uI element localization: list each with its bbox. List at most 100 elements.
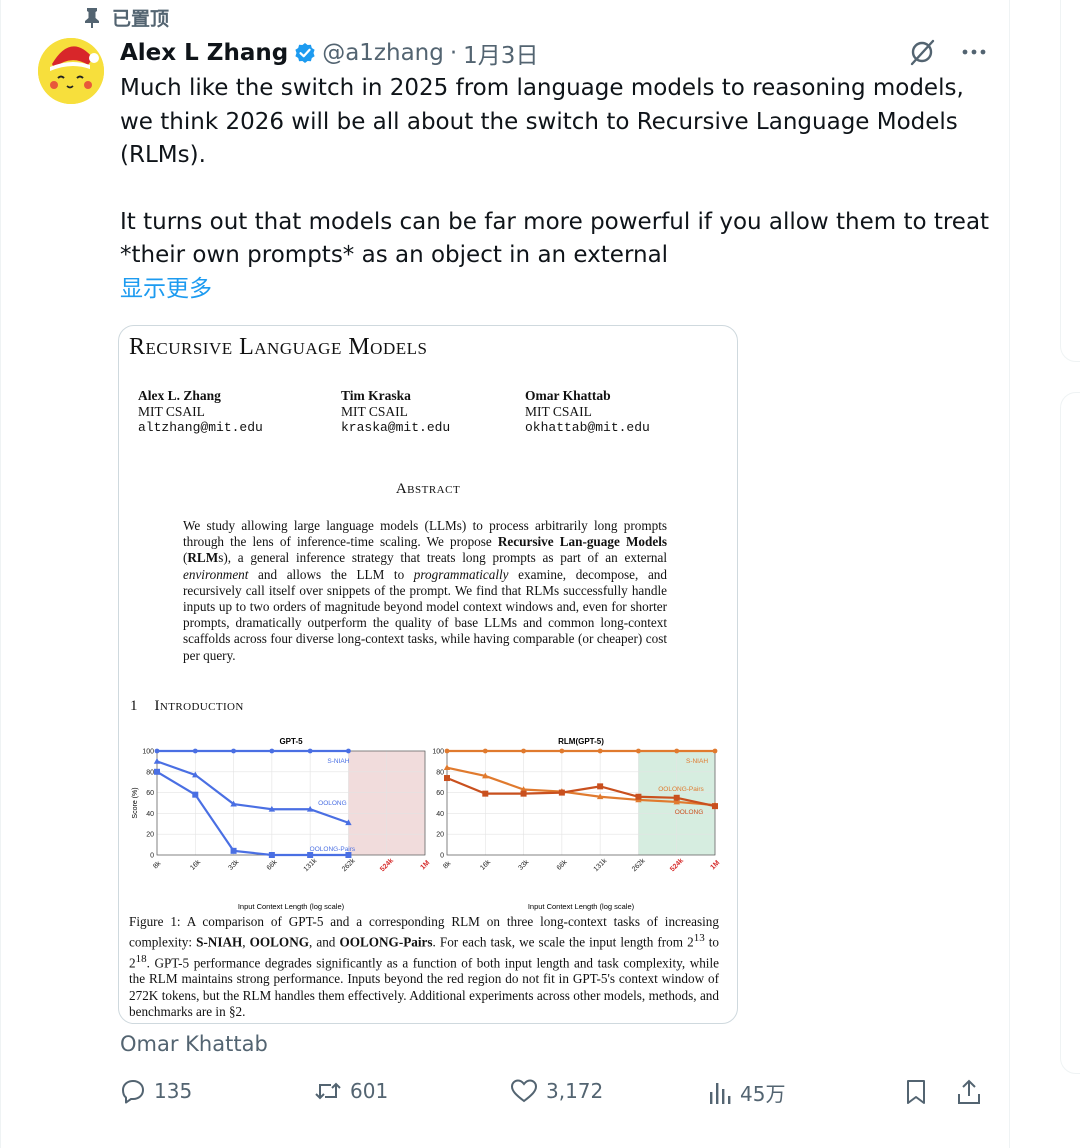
author-block: Tim Kraska MIT CSAIL kraska@mit.edu xyxy=(341,388,450,436)
data-point xyxy=(673,794,680,801)
views-button[interactable]: 45万 xyxy=(708,1078,785,1107)
repost-count: 601 xyxy=(350,1079,389,1103)
abstract-italic: programmatically xyxy=(413,566,509,582)
y-tick-label: 20 xyxy=(436,832,444,839)
bookmark-icon xyxy=(907,1080,925,1104)
like-count: 3,172 xyxy=(546,1079,604,1103)
share-button[interactable] xyxy=(956,1078,982,1106)
show-more-link[interactable]: 显示更多 xyxy=(120,273,990,307)
series-label: OOLONG xyxy=(675,809,704,816)
caption-bold: OOLONG xyxy=(249,934,309,950)
series-label: OOLONG-Pairs xyxy=(658,786,704,793)
caption-part: . GPT-5 performance degrades significant… xyxy=(129,955,719,1019)
author-email: okhattab@mit.edu xyxy=(525,420,650,435)
data-point xyxy=(154,748,160,754)
heart-icon xyxy=(510,1079,538,1103)
views-chart-icon xyxy=(710,1082,731,1104)
verified-badge-icon[interactable] xyxy=(294,42,316,64)
data-point xyxy=(154,768,160,775)
data-point xyxy=(269,748,275,754)
caption-superscript: 18 xyxy=(135,952,147,965)
series-label: OOLONG xyxy=(318,800,347,807)
data-point xyxy=(559,748,565,754)
caption-bold: OOLONG-Pairs xyxy=(339,934,433,950)
x-tick-label: 8k xyxy=(442,860,453,871)
y-tick-label: 80 xyxy=(146,769,154,776)
author-email: kraska@mit.edu xyxy=(341,420,451,435)
y-tick-label: 20 xyxy=(146,832,154,839)
display-name[interactable]: Alex L Zhang xyxy=(120,40,288,66)
x-axis-label: Input Context Length (log scale) xyxy=(528,902,635,911)
attached-image[interactable]: Recursive Language Models Alex L. Zhang … xyxy=(118,325,738,1024)
chart-title: GPT-5 xyxy=(279,737,303,746)
data-point xyxy=(153,758,161,764)
x-tick-label: 262k xyxy=(341,857,357,873)
tweet-paragraph-2: It turns out that models can be far more… xyxy=(120,208,990,269)
pinned-indicator: 已置顶 xyxy=(82,4,169,31)
y-tick-label: 60 xyxy=(436,790,444,797)
series-label: S-NIAH xyxy=(327,758,349,765)
x-tick-label: 131k xyxy=(593,857,609,873)
tweet-paragraph-1: Much like the switch in 2025 from langua… xyxy=(120,75,964,168)
repost-button[interactable]: 601 xyxy=(314,1078,388,1104)
x-tick-label: 66k xyxy=(266,859,279,872)
data-point xyxy=(520,790,527,797)
series-label: OOLONG-Pairs xyxy=(310,846,356,853)
series-label: S-NIAH xyxy=(686,758,708,765)
x-tick-label: 16k xyxy=(479,859,492,872)
repost-icon xyxy=(315,1082,341,1100)
figure-caption: Figure 1: A comparison of GPT-5 and a co… xyxy=(129,914,719,1020)
y-tick-label: 0 xyxy=(440,853,444,860)
x-tick-label: 8k xyxy=(152,860,163,871)
grok-icon[interactable] xyxy=(908,38,936,66)
x-tick-label: 262k xyxy=(631,857,647,873)
tweet-actions-bar: 135 601 3,172 45万 xyxy=(120,1078,988,1114)
introduction-heading: 1 Introduction xyxy=(130,698,244,714)
x-tick-label: 33k xyxy=(517,859,530,872)
x-tick-label: 33k xyxy=(227,859,240,872)
bookmark-button[interactable] xyxy=(904,1078,928,1106)
tweet-date[interactable]: 1月3日 xyxy=(463,36,538,70)
author-affiliation: MIT CSAIL xyxy=(138,404,205,419)
data-point xyxy=(444,748,450,754)
data-point xyxy=(558,789,565,796)
pin-icon xyxy=(85,7,99,28)
data-point xyxy=(444,775,450,782)
pikachu-avatar-icon xyxy=(38,38,104,104)
abstract-italic: environment xyxy=(183,566,249,582)
user-handle[interactable]: @a1zhang xyxy=(322,40,444,66)
data-point xyxy=(307,748,313,754)
caption-bold: S-NIAH xyxy=(196,934,243,950)
x-tick-label: 66k xyxy=(556,859,569,872)
author-block: Omar Khattab MIT CSAIL okhattab@mit.edu xyxy=(525,388,650,436)
reply-icon xyxy=(122,1080,144,1104)
data-point xyxy=(636,748,641,754)
data-point xyxy=(712,748,718,754)
author-email: altzhang@mit.edu xyxy=(138,420,263,435)
author-affiliation: MIT CSAIL xyxy=(525,404,592,419)
more-options-icon[interactable] xyxy=(962,48,986,56)
data-point xyxy=(597,783,604,790)
figure-1-charts: 0 20 40 60 80 100 8k 16k 33k 66k 131k 262k 524k 1M GPT… xyxy=(132,737,721,911)
author-affiliation: MIT CSAIL xyxy=(341,404,408,419)
media-attribution[interactable]: Omar Khattab xyxy=(120,1032,268,1056)
pinned-label: 已置顶 xyxy=(112,8,170,30)
like-button[interactable]: 3,172 xyxy=(510,1078,603,1104)
data-point xyxy=(268,852,275,858)
y-tick-label: 0 xyxy=(150,853,154,860)
data-point xyxy=(230,847,237,854)
paragraph-spacer xyxy=(120,173,990,206)
author-name: Alex L. Zhang xyxy=(138,388,221,403)
reply-button[interactable]: 135 xyxy=(120,1078,192,1104)
x-tick-label: 524k xyxy=(379,857,395,873)
avatar[interactable] xyxy=(38,38,104,104)
tweet-header: Alex L Zhang @a1zhang · 1月3日 xyxy=(120,36,538,70)
view-count: 45万 xyxy=(740,1082,786,1106)
data-point xyxy=(674,748,680,754)
x-tick-label: 16k xyxy=(189,859,202,872)
caption-superscript: 13 xyxy=(693,932,705,945)
tweet-top-actions xyxy=(908,38,986,66)
x-tick-label: 524k xyxy=(669,857,685,873)
data-point xyxy=(712,803,718,810)
chart-title: RLM(GPT-5) xyxy=(558,737,604,746)
